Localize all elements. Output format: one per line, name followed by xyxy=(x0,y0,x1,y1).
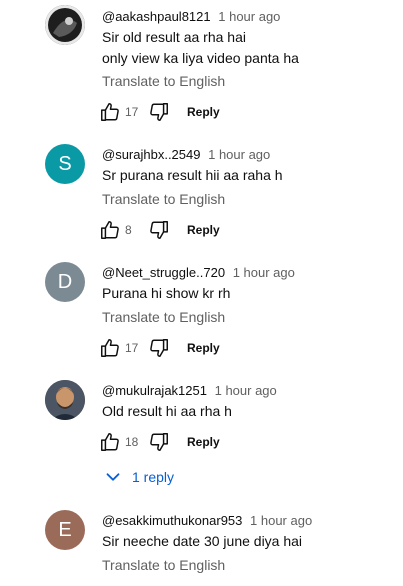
comment-text: Sr purana result hii aa raha h xyxy=(102,167,283,183)
avatar[interactable]: E xyxy=(45,510,85,550)
like-count: 17 xyxy=(125,341,139,355)
comment-timestamp[interactable]: 1 hour ago xyxy=(250,513,312,528)
chevron-down-icon xyxy=(106,473,120,481)
view-replies-button[interactable]: 1 reply xyxy=(102,466,174,488)
dislike-button[interactable] xyxy=(147,336,171,360)
thumb-down-icon xyxy=(150,433,168,451)
like-button[interactable] xyxy=(98,430,122,454)
thumb-up-icon xyxy=(101,103,119,121)
avatar[interactable]: D xyxy=(45,262,85,302)
comment-timestamp[interactable]: 1 hour ago xyxy=(208,147,270,162)
avatar[interactable] xyxy=(45,380,85,420)
like-button[interactable] xyxy=(98,336,122,360)
replies-count-label[interactable]: 1 reply xyxy=(132,469,174,485)
reply-button[interactable]: Reply xyxy=(187,223,220,237)
comment-timestamp[interactable]: 1 hour ago xyxy=(218,9,280,24)
like-count: 8 xyxy=(125,223,132,237)
dislike-button[interactable] xyxy=(147,100,171,124)
comment-author[interactable]: @mukulrajak1251 xyxy=(102,383,207,398)
like-button[interactable] xyxy=(98,100,122,124)
translate-link[interactable]: Translate to English xyxy=(102,73,225,89)
comment-author[interactable]: @surajhbx..2549 xyxy=(102,147,200,162)
comment-author[interactable]: @esakkimuthukonar953 xyxy=(102,513,242,528)
translate-link[interactable]: Translate to English xyxy=(102,191,225,207)
comment-author[interactable]: @aakashpaul8121 xyxy=(102,9,211,24)
like-count: 17 xyxy=(125,105,139,119)
translate-link[interactable]: Translate to English xyxy=(102,557,225,573)
translate-link[interactable]: Translate to English xyxy=(102,309,225,325)
like-count: 18 xyxy=(125,435,139,449)
comment-actions: 18 Reply xyxy=(98,430,220,454)
thumb-up-icon xyxy=(101,221,119,239)
comment-timestamp[interactable]: 1 hour ago xyxy=(233,265,295,280)
reply-button[interactable]: Reply xyxy=(187,105,220,119)
comment-text: Sir neeche date 30 june diya hai xyxy=(102,533,303,549)
comment-author[interactable]: @Neet_struggle..720 xyxy=(102,265,225,280)
comment-actions: 17 Reply xyxy=(98,336,220,360)
comment-text: Old result hi aa rha h xyxy=(102,403,232,419)
dislike-button[interactable] xyxy=(147,218,171,242)
dislike-button[interactable] xyxy=(147,430,171,454)
comment-text: Sir old result aa rha hai only view ka l… xyxy=(102,29,299,66)
avatar[interactable]: S xyxy=(45,144,85,184)
comment-timestamp[interactable]: 1 hour ago xyxy=(215,383,277,398)
comment-actions: 17 Reply xyxy=(98,100,220,124)
like-button[interactable] xyxy=(98,218,122,242)
reply-button[interactable]: Reply xyxy=(187,435,220,449)
comment-actions: 8 Reply xyxy=(98,218,220,242)
avatar[interactable] xyxy=(45,5,85,45)
reply-button[interactable]: Reply xyxy=(187,341,220,355)
thumb-up-icon xyxy=(101,433,119,451)
thumb-down-icon xyxy=(150,103,168,121)
comment-text: Purana hi show kr rh xyxy=(102,285,231,301)
thumb-up-icon xyxy=(101,339,119,357)
thumb-down-icon xyxy=(150,221,168,239)
thumb-down-icon xyxy=(150,339,168,357)
